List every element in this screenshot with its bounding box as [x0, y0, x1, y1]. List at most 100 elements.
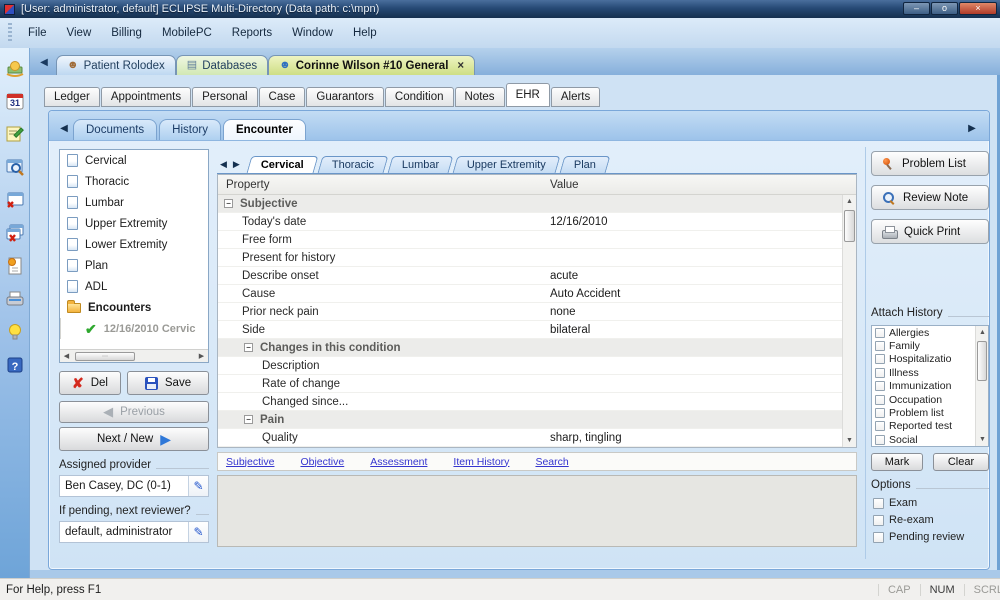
- list-item[interactable]: Lumbar: [60, 192, 208, 213]
- property-value[interactable]: none: [550, 303, 576, 321]
- reviewer-field[interactable]: default, administrator ✎: [59, 521, 209, 543]
- clear-button[interactable]: Clear: [933, 453, 989, 471]
- checkbox[interactable]: [875, 341, 885, 351]
- menu-item[interactable]: MobilePC: [152, 23, 222, 43]
- checkbox[interactable]: [875, 408, 885, 418]
- grid-row[interactable]: Pain: [218, 411, 842, 429]
- attach-history-item[interactable]: Social: [872, 433, 975, 446]
- patient-tab[interactable]: Ledger: [44, 87, 100, 107]
- minimize-button[interactable]: –: [903, 2, 930, 15]
- checkbox[interactable]: [875, 395, 885, 405]
- grid-row[interactable]: Changed since...: [218, 393, 842, 411]
- list-item[interactable]: Plan: [60, 255, 208, 276]
- patient-tab[interactable]: Personal: [192, 87, 257, 107]
- patient-tab[interactable]: Appointments: [101, 87, 191, 107]
- soap-link[interactable]: Search: [535, 456, 568, 468]
- scroll-up-icon[interactable]: ▲: [976, 326, 989, 339]
- grid-row[interactable]: Subjective: [218, 195, 842, 213]
- menu-item[interactable]: Reports: [222, 23, 282, 43]
- tab-close-icon[interactable]: ×: [457, 60, 464, 72]
- soap-link[interactable]: Objective: [300, 456, 344, 468]
- checkbox[interactable]: [875, 368, 885, 378]
- grid-row[interactable]: Describe onset acute: [218, 267, 842, 285]
- ehr-tab-scroll-left-icon[interactable]: ◀: [57, 123, 71, 134]
- payment-icon[interactable]: [2, 55, 28, 81]
- review-note-button[interactable]: Review Note: [871, 185, 989, 210]
- scroll-right-icon[interactable]: ▶: [195, 352, 208, 360]
- grid-row[interactable]: Rate of change: [218, 375, 842, 393]
- previous-button[interactable]: ◀ Previous: [59, 401, 209, 423]
- scan-print-icon[interactable]: [2, 286, 28, 312]
- ehr-tab[interactable]: Encounter: [223, 119, 306, 140]
- attach-history-item[interactable]: Occupation: [872, 393, 975, 406]
- notes-icon[interactable]: [2, 121, 28, 147]
- menu-item[interactable]: View: [57, 23, 102, 43]
- grid-vertical-scrollbar[interactable]: ▲ ▼: [842, 195, 856, 447]
- quick-print-button[interactable]: Quick Print: [871, 219, 989, 244]
- list-item[interactable]: Lower Extremity: [60, 234, 208, 255]
- help-icon[interactable]: ?: [2, 352, 28, 378]
- checkbox[interactable]: [875, 435, 885, 445]
- assigned-provider-field[interactable]: Ben Casey, DC (0-1) ✎: [59, 475, 209, 497]
- list-item[interactable]: ADL: [60, 276, 208, 297]
- menu-item[interactable]: File: [18, 23, 57, 43]
- checkbox[interactable]: [875, 421, 885, 431]
- list-item[interactable]: Encounters: [60, 297, 208, 318]
- checkbox[interactable]: [873, 498, 884, 509]
- property-value[interactable]: bilateral: [550, 321, 590, 339]
- delete-button[interactable]: ✘ Del: [59, 371, 121, 395]
- scrollbar-thumb[interactable]: [844, 210, 855, 242]
- list-item[interactable]: Thoracic: [60, 171, 208, 192]
- attach-history-item[interactable]: Immunization: [872, 380, 975, 393]
- region-scroll-left-icon[interactable]: ◀: [220, 159, 227, 170]
- region-tab[interactable]: Plan: [560, 156, 611, 173]
- list-item[interactable]: Cervical: [60, 150, 208, 171]
- option-pending-review[interactable]: Pending review: [873, 531, 964, 543]
- scroll-down-icon[interactable]: ▼: [843, 434, 856, 447]
- mark-button[interactable]: Mark: [871, 453, 923, 471]
- patient-tab[interactable]: Case: [259, 87, 306, 107]
- grid-row[interactable]: Side bilateral: [218, 321, 842, 339]
- scroll-up-icon[interactable]: ▲: [843, 195, 856, 208]
- soap-link[interactable]: Subjective: [226, 456, 274, 468]
- checkbox[interactable]: [873, 532, 884, 543]
- attach-history-item[interactable]: Allergies: [872, 326, 975, 339]
- edit-reviewer-button[interactable]: ✎: [188, 522, 208, 542]
- ehr-tab[interactable]: Documents: [73, 119, 157, 140]
- checkbox[interactable]: [873, 515, 884, 526]
- list-horizontal-scrollbar[interactable]: ◀ ⋯ ▶: [60, 349, 208, 362]
- workspace-tab[interactable]: ▤ Databases: [176, 55, 268, 75]
- grid-row[interactable]: Free form: [218, 231, 842, 249]
- grid-row[interactable]: Description: [218, 357, 842, 375]
- collapse-icon[interactable]: [244, 343, 253, 352]
- region-scroll-right-icon[interactable]: ▶: [233, 159, 240, 170]
- find-icon[interactable]: [2, 154, 28, 180]
- grid-row[interactable]: Present for history: [218, 249, 842, 267]
- list-item[interactable]: Upper Extremity: [60, 213, 208, 234]
- save-button[interactable]: Save: [127, 371, 209, 395]
- restore-button[interactable]: o: [931, 2, 958, 15]
- patient-tab[interactable]: Guarantors: [306, 87, 384, 107]
- region-tab[interactable]: Upper Extremity: [453, 156, 561, 173]
- menu-item[interactable]: Window: [282, 23, 343, 43]
- attach-history-item[interactable]: Hospitalizatio: [872, 353, 975, 366]
- option-re-exam[interactable]: Re-exam: [873, 514, 934, 526]
- patient-tab[interactable]: Notes: [455, 87, 505, 107]
- attach-history-item[interactable]: Illness: [872, 366, 975, 379]
- grid-row[interactable]: Changes in this condition: [218, 339, 842, 357]
- property-value[interactable]: Auto Accident: [550, 285, 620, 303]
- region-tab[interactable]: Lumbar: [387, 156, 453, 173]
- grid-row[interactable]: Prior neck pain none: [218, 303, 842, 321]
- next-new-button[interactable]: Next / New ▶: [59, 427, 209, 451]
- ehr-tab-scroll-right-icon[interactable]: ▶: [965, 123, 979, 134]
- attach-history-item[interactable]: Problem list: [872, 406, 975, 419]
- tab-scroll-left-icon[interactable]: ◀: [36, 55, 52, 71]
- workspace-tab[interactable]: ☻ Corinne Wilson #10 General ×: [268, 55, 475, 75]
- region-tab[interactable]: Thoracic: [317, 156, 388, 173]
- report-icon[interactable]: [2, 253, 28, 279]
- close-all-windows-icon[interactable]: [2, 220, 28, 246]
- workspace-tab[interactable]: ☻ Patient Rolodex: [56, 55, 176, 75]
- scrollbar-thumb[interactable]: ⋯: [75, 352, 135, 361]
- menu-item[interactable]: Billing: [101, 23, 152, 43]
- ehr-tab[interactable]: History: [159, 119, 221, 140]
